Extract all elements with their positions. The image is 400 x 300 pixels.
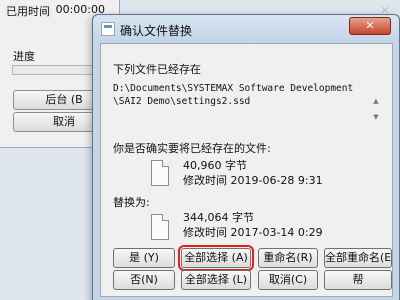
existing-file-info: 40,960 字节 修改时间 2019-06-28 9:31 [183, 158, 323, 188]
new-file-modified: 修改时间 2017-03-14 0:29 [183, 226, 323, 239]
dialog-title: 确认文件替换 [120, 24, 193, 38]
file-path-line-2: \SAI2 Demo\settings2.ssd [113, 96, 251, 107]
no-button[interactable]: 否(N) [113, 270, 175, 290]
existing-file-size: 40,960 字节 [183, 159, 247, 172]
file-path-box: D:\Documents\SYSTEMAX Software Developme… [113, 82, 383, 124]
yes-button[interactable]: 是 (Y) [113, 248, 175, 268]
existing-file-modified: 修改时间 2019-06-28 9:31 [183, 174, 323, 187]
progress-label: 进度 [13, 50, 35, 63]
existing-file-icon [151, 160, 169, 186]
new-file-icon [151, 214, 169, 240]
dialog-app-icon [101, 22, 115, 36]
close-button[interactable]: ✕ [349, 17, 391, 35]
help-button[interactable]: 帮 [324, 270, 392, 290]
new-file-info: 344,064 字节 修改时间 2017-03-14 0:29 [183, 210, 323, 240]
new-file-size: 344,064 字节 [183, 211, 254, 224]
dialog-body: 下列文件已经存在 D:\Documents\SYSTEMAX Software … [100, 43, 393, 297]
rename-all-button[interactable]: 全部重命名(E) [324, 248, 392, 268]
dialog-titlebar[interactable]: 确认文件替换 ✕ [93, 15, 399, 43]
confirm-replace-dialog: 确认文件替换 ✕ 下列文件已经存在 D:\Documents\SYSTEMAX … [92, 14, 400, 300]
scroll-up-icon[interactable]: ▲ [371, 96, 381, 106]
yes-to-all-button[interactable]: 全部选择 (A) [178, 245, 254, 271]
no-to-all-button[interactable]: 全部选择 (L) [181, 270, 251, 290]
elapsed-time-label: 已用时间 [6, 5, 50, 18]
exists-heading: 下列文件已经存在 [113, 63, 201, 76]
file-path-line-1: D:\Documents\SYSTEMAX Software Developme… [113, 83, 354, 94]
replace-question: 你是否确实要将已经存在的文件: [113, 142, 271, 155]
scroll-down-icon[interactable]: ▼ [371, 112, 381, 122]
cancel-button[interactable]: 取消(C) [258, 270, 318, 290]
replace-with-label: 替换为: [113, 196, 150, 209]
rename-button[interactable]: 重命名(R) [258, 248, 318, 268]
